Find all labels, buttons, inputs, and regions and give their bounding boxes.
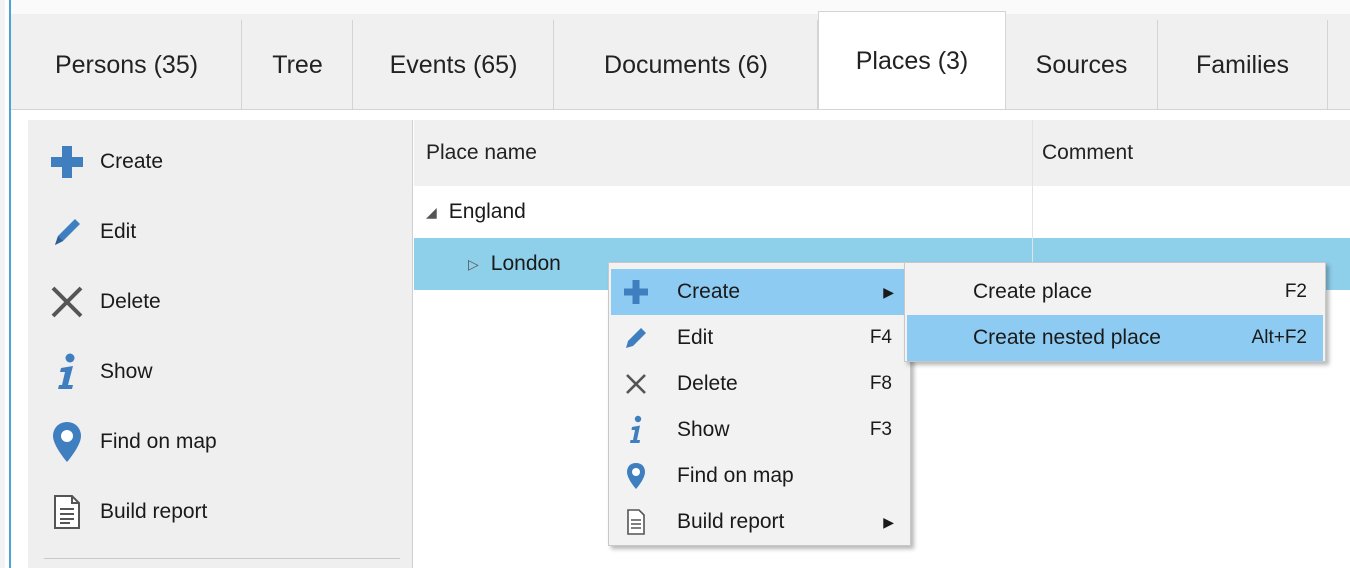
- window-edge: [0, 0, 5, 568]
- table-row[interactable]: ◢ England: [414, 186, 1350, 238]
- context-menu-create[interactable]: Create ▶: [611, 269, 908, 315]
- cross-icon: [621, 369, 651, 399]
- tab-places[interactable]: Places (3): [818, 11, 1006, 110]
- sidebar-item-label: Build report: [100, 500, 208, 523]
- submenu-create-place[interactable]: Create place F2: [907, 269, 1323, 315]
- map-pin-icon: [46, 421, 88, 463]
- plus-icon: [46, 141, 88, 183]
- sidebar-item-label: Create: [100, 150, 164, 173]
- context-menu-edit[interactable]: Edit F4: [611, 315, 908, 361]
- column-header-place-name[interactable]: Place name: [426, 120, 537, 186]
- collapsed-triangle-icon[interactable]: ▷: [468, 256, 479, 273]
- sidebar-divider: [44, 558, 400, 559]
- info-icon: [621, 415, 651, 445]
- context-menu-find-on-map[interactable]: Find on map: [611, 453, 908, 499]
- tab-sources[interactable]: Sources: [1006, 20, 1158, 110]
- app-window: Persons (35) Tree Events (65) Documents …: [0, 0, 1350, 568]
- cross-icon: [46, 281, 88, 323]
- tab-bar-top-strip: [11, 0, 1350, 14]
- submenu-arrow-icon: ▶: [883, 283, 894, 300]
- context-menu-delete[interactable]: Delete F8: [611, 361, 908, 407]
- pencil-icon: [621, 323, 651, 353]
- sidebar-item-label: Delete: [100, 290, 161, 313]
- pencil-icon: [46, 211, 88, 253]
- sidebar-delete-button[interactable]: Delete: [46, 274, 161, 330]
- sidebar-build-report-button[interactable]: Build report: [46, 484, 207, 540]
- context-menu-build-report[interactable]: Build report ▶: [611, 499, 908, 545]
- sidebar-create-button[interactable]: Create: [46, 134, 163, 190]
- document-icon: [46, 491, 88, 533]
- info-icon: [46, 351, 88, 393]
- tab-bar-divider: [11, 109, 1350, 110]
- map-pin-icon: [621, 461, 651, 491]
- tab-persons[interactable]: Persons (35): [12, 20, 242, 110]
- expanded-triangle-icon[interactable]: ◢: [426, 204, 437, 221]
- tab-documents[interactable]: Documents (6): [555, 20, 818, 110]
- action-sidebar: Create Edit Delete Show Find on map Buil…: [28, 120, 413, 568]
- grid-header: [414, 120, 1350, 186]
- create-submenu: Create place F2 Create nested place Alt+…: [904, 262, 1326, 362]
- document-icon: [621, 507, 651, 537]
- column-header-comment[interactable]: Comment: [1042, 120, 1133, 186]
- place-name-cell: London: [490, 252, 561, 275]
- tab-events[interactable]: Events (65): [354, 20, 554, 110]
- plus-icon: [621, 277, 651, 307]
- sidebar-show-button[interactable]: Show: [46, 344, 153, 400]
- submenu-arrow-icon: ▶: [883, 513, 894, 530]
- context-menu: Create ▶ Edit F4 Delete F8 Show F3 Find …: [608, 262, 911, 546]
- sidebar-item-label: Edit: [100, 220, 137, 243]
- sidebar-item-label: Find on map: [100, 430, 217, 453]
- tab-tree[interactable]: Tree: [243, 20, 353, 110]
- sidebar-item-label: Show: [100, 360, 153, 383]
- sidebar-edit-button[interactable]: Edit: [46, 204, 136, 260]
- place-name-cell: England: [448, 200, 526, 223]
- tab-families[interactable]: Families: [1158, 20, 1328, 110]
- sidebar-find-on-map-button[interactable]: Find on map: [46, 414, 217, 470]
- submenu-create-nested-place[interactable]: Create nested place Alt+F2: [907, 315, 1323, 361]
- context-menu-show[interactable]: Show F3: [611, 407, 908, 453]
